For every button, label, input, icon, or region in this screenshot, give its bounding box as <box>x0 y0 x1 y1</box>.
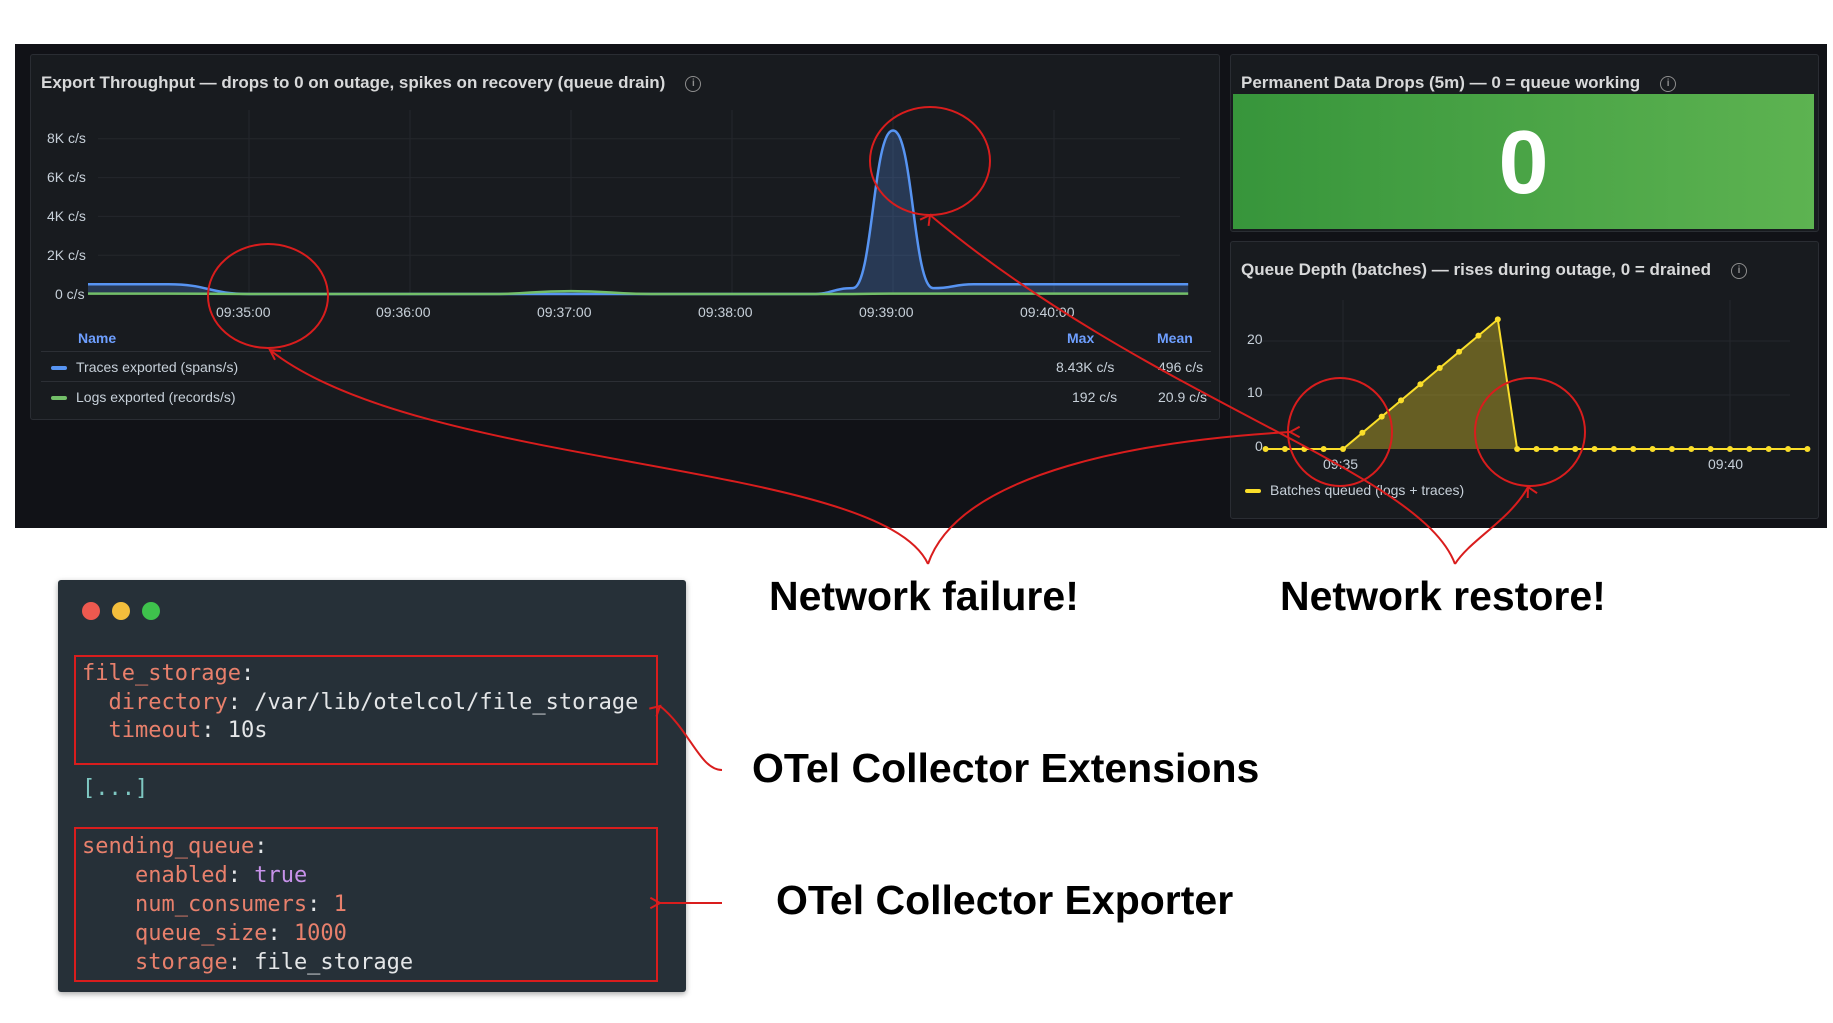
highlight-circle <box>207 243 329 349</box>
queue-point <box>1727 446 1733 452</box>
queue-point <box>1804 446 1811 452</box>
queue-point <box>1514 446 1521 452</box>
queue-point <box>1262 446 1269 452</box>
queue-point <box>1610 446 1617 452</box>
annotation-arrow <box>927 431 1291 565</box>
chart-overlay <box>87 106 1811 910</box>
queue-point <box>1533 446 1540 452</box>
queue-point <box>1281 446 1288 452</box>
queue-point <box>1746 446 1753 452</box>
queue-point <box>1398 397 1405 404</box>
queue-point <box>1340 446 1346 452</box>
arrowhead <box>649 896 663 910</box>
series-line-traces <box>87 129 1189 296</box>
queue-point <box>1785 446 1792 452</box>
series-fill-queue <box>1265 319 1808 449</box>
queue-point <box>1552 446 1559 452</box>
queue-point <box>1320 446 1327 452</box>
arrowhead <box>649 704 662 717</box>
series-line-queue <box>1265 317 1808 450</box>
queue-point <box>1475 332 1482 339</box>
queue-point <box>1494 316 1501 323</box>
series-fill-traces <box>88 130 1189 294</box>
arrowhead <box>1526 485 1538 499</box>
arrowhead <box>1287 425 1301 439</box>
annotation-arrow <box>269 349 929 565</box>
queue-point <box>1436 365 1443 371</box>
queue-point <box>1630 446 1637 452</box>
queue-point <box>1417 381 1424 388</box>
queue-point <box>1707 446 1714 452</box>
queue-point <box>1591 446 1598 452</box>
annotation-arrow <box>929 214 1456 565</box>
annotation-arrow <box>1454 486 1529 565</box>
queue-point <box>1572 446 1579 452</box>
queue-point <box>1359 429 1366 436</box>
queue-point <box>1456 348 1463 355</box>
annotation-arrow <box>659 705 723 771</box>
queue-point <box>1688 446 1695 452</box>
queue-point <box>1765 446 1772 452</box>
queue-point <box>1378 413 1385 420</box>
queue-point <box>1668 446 1675 452</box>
queue-point <box>1649 446 1656 452</box>
